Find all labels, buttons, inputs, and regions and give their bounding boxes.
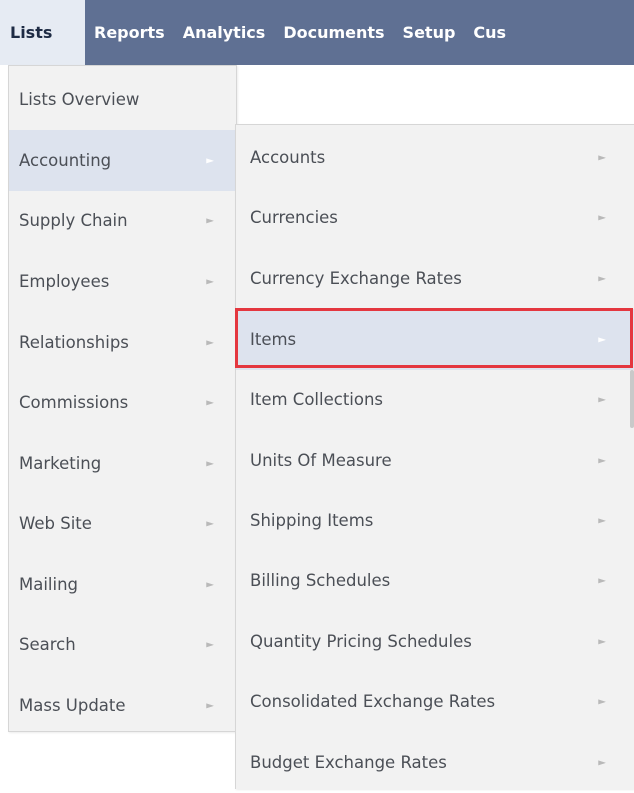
menu-item-accounting[interactable]: Accounting ► (9, 130, 236, 191)
triangle-right-icon: ► (598, 273, 606, 284)
triangle-right-icon: ► (598, 334, 606, 345)
menu-item-lists-overview[interactable]: Lists Overview (9, 69, 236, 130)
menu-item-label: Lists Overview (19, 90, 140, 109)
menu-item-label: Shipping Items (250, 511, 374, 530)
menu-item-label: Items (250, 330, 297, 349)
nav-tab-reports[interactable]: Reports (85, 0, 174, 65)
triangle-right-icon: ► (598, 636, 606, 647)
menu-item-label: Currency Exchange Rates (250, 269, 462, 288)
submenu-item-item-collections[interactable]: Item Collections ► (236, 369, 634, 430)
menu-item-employees[interactable]: Employees ► (9, 251, 236, 312)
triangle-right-icon: ► (598, 455, 606, 466)
menu-item-web-site[interactable]: Web Site ► (9, 493, 236, 554)
menu-item-marketing[interactable]: Marketing ► (9, 433, 236, 494)
menu-item-label: Item Collections (250, 390, 384, 409)
triangle-right-icon: ► (598, 575, 606, 586)
menu-item-label: Quantity Pricing Schedules (250, 632, 472, 651)
triangle-right-icon: ► (206, 397, 214, 408)
menu-item-label: Search (19, 635, 76, 654)
accounting-submenu: Accounts ► Currencies ► Currency Exchang… (235, 124, 634, 789)
triangle-right-icon: ► (598, 152, 606, 163)
menu-item-label: Marketing (19, 454, 102, 473)
submenu-item-shipping-items[interactable]: Shipping Items ► (236, 490, 634, 551)
menu-item-label: Mailing (19, 575, 79, 594)
triangle-right-icon: ► (206, 155, 214, 166)
nav-tab-customization[interactable]: Cus (464, 0, 515, 65)
triangle-right-icon: ► (598, 515, 606, 526)
menu-item-label: Accounting (19, 151, 112, 170)
submenu-item-accounts[interactable]: Accounts ► (236, 127, 634, 188)
menu-item-label: Budget Exchange Rates (250, 753, 447, 772)
triangle-right-icon: ► (598, 394, 606, 405)
triangle-right-icon: ► (206, 337, 214, 348)
triangle-right-icon: ► (206, 215, 214, 226)
submenu-item-items[interactable]: Items ► (236, 309, 634, 370)
menu-item-label: Accounts (250, 148, 326, 167)
menu-item-label: Mass Update (19, 696, 126, 715)
menu-item-label: Supply Chain (19, 211, 128, 230)
menu-item-search[interactable]: Search ► (9, 614, 236, 675)
submenu-scrollbar[interactable] (630, 370, 634, 428)
nav-tab-documents[interactable]: Documents (274, 0, 393, 65)
menu-item-label: Units Of Measure (250, 451, 392, 470)
menu-item-label: Currencies (250, 208, 338, 227)
triangle-right-icon: ► (206, 518, 214, 529)
submenu-item-consolidated-exchange-rates[interactable]: Consolidated Exchange Rates ► (236, 671, 634, 732)
triangle-right-icon: ► (206, 700, 214, 711)
submenu-item-budget-exchange-rates[interactable]: Budget Exchange Rates ► (236, 732, 634, 793)
submenu-item-units-of-measure[interactable]: Units Of Measure ► (236, 430, 634, 491)
menu-item-label: Consolidated Exchange Rates (250, 692, 496, 711)
nav-tab-lists[interactable]: Lists (0, 0, 85, 65)
menu-item-mailing[interactable]: Mailing ► (9, 554, 236, 615)
triangle-right-icon: ► (598, 212, 606, 223)
menu-item-mass-update[interactable]: Mass Update ► (9, 675, 236, 736)
submenu-item-currency-exchange-rates[interactable]: Currency Exchange Rates ► (236, 248, 634, 309)
submenu-item-billing-schedules[interactable]: Billing Schedules ► (236, 550, 634, 611)
nav-tab-setup[interactable]: Setup (394, 0, 465, 65)
menu-item-label: Employees (19, 272, 110, 291)
lists-dropdown-menu: Lists Overview Accounting ► Supply Chain… (8, 65, 237, 732)
top-nav-bar: Lists Reports Analytics Documents Setup … (0, 0, 634, 65)
triangle-right-icon: ► (206, 458, 214, 469)
triangle-right-icon: ► (206, 579, 214, 590)
menu-item-label: Billing Schedules (250, 571, 391, 590)
menu-item-label: Relationships (19, 333, 129, 352)
triangle-right-icon: ► (206, 276, 214, 287)
menu-item-label: Web Site (19, 514, 92, 533)
menu-item-label: Commissions (19, 393, 129, 412)
submenu-item-quantity-pricing-schedules[interactable]: Quantity Pricing Schedules ► (236, 611, 634, 672)
menu-item-commissions[interactable]: Commissions ► (9, 372, 236, 433)
nav-tab-analytics[interactable]: Analytics (174, 0, 275, 65)
triangle-right-icon: ► (598, 696, 606, 707)
triangle-right-icon: ► (598, 757, 606, 768)
triangle-right-icon: ► (206, 639, 214, 650)
menu-item-supply-chain[interactable]: Supply Chain ► (9, 190, 236, 251)
menu-item-relationships[interactable]: Relationships ► (9, 312, 236, 373)
submenu-item-currencies[interactable]: Currencies ► (236, 187, 634, 248)
